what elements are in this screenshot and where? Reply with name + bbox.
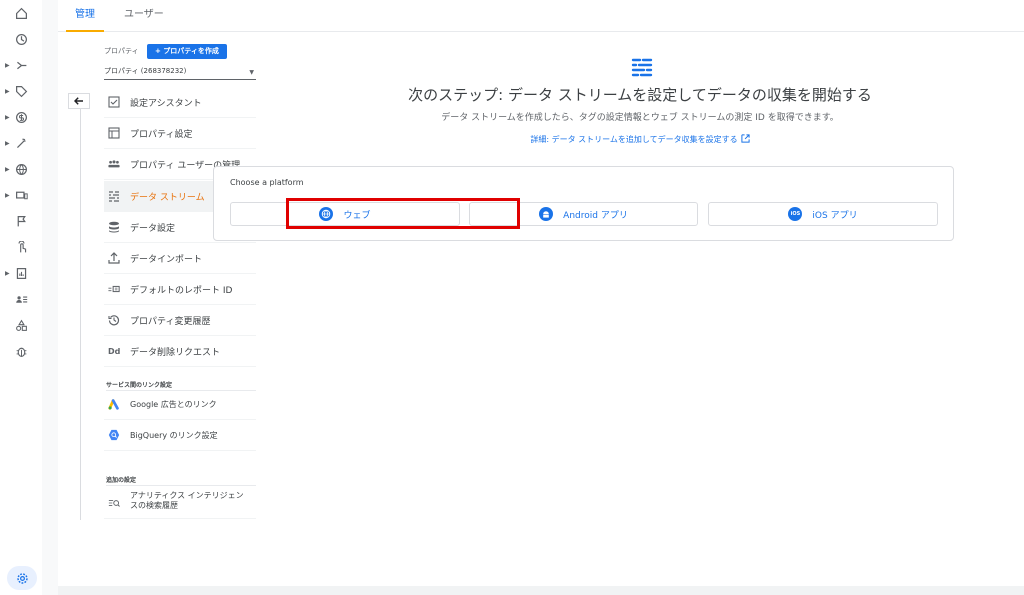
bottom-strip	[58, 586, 1024, 595]
android-icon	[539, 207, 554, 221]
gutter	[42, 0, 58, 595]
nav-label: Google 広告とのリンク	[130, 399, 217, 409]
nav-data-deletion-requests[interactable]: Dd データ削除リクエスト	[104, 336, 256, 367]
property-selector[interactable]: プロパティ (268378232) ▼	[104, 66, 256, 80]
nav-intelligence-search-history[interactable]: アナリティクス インテリジェンスの検索履歴	[104, 491, 256, 519]
nav-label: BigQuery のリンク設定	[130, 430, 218, 440]
tag-icon[interactable]: ▶	[0, 80, 42, 102]
android-platform-label: Android アプリ	[563, 210, 628, 221]
dollar-icon[interactable]: ▶	[0, 106, 42, 128]
globe-rail-icon[interactable]: ▶	[0, 158, 42, 180]
platform-card: Choose a platform ウェブ Android アプリ iOS iO…	[213, 166, 954, 241]
nav-label: データ設定	[130, 223, 176, 234]
audience-icon[interactable]	[0, 288, 42, 310]
learn-more-link[interactable]: 詳細: データ ストリームを追加してデータ収集を設定する	[270, 134, 1010, 145]
wand-icon[interactable]: ▶	[0, 132, 42, 154]
web-platform-button[interactable]: ウェブ	[230, 202, 460, 226]
nav-default-report-id[interactable]: デフォルトのレポート ID	[104, 274, 256, 305]
streams-icon	[104, 190, 130, 202]
arrow-left-icon	[74, 97, 83, 105]
explore-icon[interactable]: ▶	[0, 54, 42, 76]
nav-bigquery-links[interactable]: BigQuery のリンク設定	[104, 420, 256, 451]
ios-platform-label: iOS アプリ	[812, 210, 858, 221]
admin-panel: 管理 ユーザー プロパティ + プロパティを作成 プロパティ (26837823…	[58, 0, 1024, 586]
page-title: 次のステップ: データ ストリームを設定してデータの収集を開始する	[408, 86, 872, 104]
touch-icon[interactable]	[0, 236, 42, 258]
nav-label: データ削除リクエスト	[130, 347, 221, 358]
tab-admin[interactable]: 管理	[66, 0, 104, 32]
nav-property-settings[interactable]: プロパティ設定	[104, 118, 256, 149]
home-icon[interactable]	[0, 2, 42, 24]
dropdown-arrow-icon: ▼	[249, 69, 254, 76]
section-divider	[106, 485, 256, 486]
nav-label: アナリティクス インテリジェンスの検索履歴	[130, 491, 244, 510]
property-label: プロパティ	[104, 47, 139, 55]
report-id-icon	[104, 283, 130, 295]
nav-label: プロパティ設定	[130, 129, 193, 140]
back-button[interactable]	[68, 93, 90, 109]
extra-section-title: 追加の設定	[106, 477, 137, 484]
page-subtitle: データ ストリームを作成したら、タグの設定情報とウェブ ストリームの測定 ID …	[441, 113, 839, 123]
settings-icon[interactable]	[7, 566, 37, 590]
devices-icon[interactable]: ▶	[0, 184, 42, 206]
search-history-icon	[104, 491, 130, 509]
nav-label: プロパティ変更履歴	[130, 316, 211, 327]
checkbox-icon	[104, 96, 130, 108]
upload-icon	[104, 252, 130, 264]
left-rail: ▶ ▶ ▶ ▶ ▶ ▶ ▶	[0, 0, 42, 595]
nav-property-change-history[interactable]: プロパティ変更履歴	[104, 305, 256, 336]
create-property-button[interactable]: + プロパティを作成	[147, 44, 227, 59]
tab-users[interactable]: ユーザー	[124, 0, 164, 32]
data-stream-hero-icon	[631, 58, 653, 77]
nav-label: 設定アシスタント	[130, 98, 202, 109]
google-ads-icon	[104, 398, 130, 410]
nav-divider	[80, 93, 81, 520]
open-in-new-icon	[741, 134, 750, 143]
globe-icon	[319, 207, 334, 221]
shapes-icon[interactable]	[0, 314, 42, 336]
platform-title: Choose a platform	[230, 178, 304, 187]
nav-label: データインポート	[130, 254, 203, 265]
links-section-title: サービス間のリンク設定	[106, 382, 173, 389]
nav-data-import[interactable]: データインポート	[104, 243, 256, 274]
database-icon	[104, 221, 130, 233]
bigquery-icon	[104, 429, 130, 441]
admin-tabs: 管理 ユーザー	[58, 0, 1024, 32]
nav-label: データ ストリーム	[130, 192, 205, 203]
android-platform-button[interactable]: Android アプリ	[469, 202, 698, 226]
learn-more-link-text: 詳細: データ ストリームを追加してデータ収集を設定する	[530, 135, 738, 144]
bug-icon[interactable]	[0, 340, 42, 362]
history-icon	[104, 314, 130, 326]
nav-google-ads-links[interactable]: Google 広告とのリンク	[104, 389, 256, 420]
web-platform-label: ウェブ	[343, 210, 371, 221]
report-icon[interactable]: ▶	[0, 262, 42, 284]
clock-icon[interactable]	[0, 28, 42, 50]
ios-icon: iOS	[788, 207, 803, 221]
ios-platform-button[interactable]: iOS iOS アプリ	[708, 202, 938, 226]
dd-icon: Dd	[108, 346, 121, 356]
nav-setup-assistant[interactable]: 設定アシスタント	[104, 87, 256, 118]
window-icon	[104, 127, 130, 139]
nav-label: デフォルトのレポート ID	[130, 285, 233, 296]
property-selected-value: プロパティ (268378232)	[104, 67, 187, 75]
flag-icon[interactable]	[0, 210, 42, 232]
people-icon	[104, 158, 130, 170]
